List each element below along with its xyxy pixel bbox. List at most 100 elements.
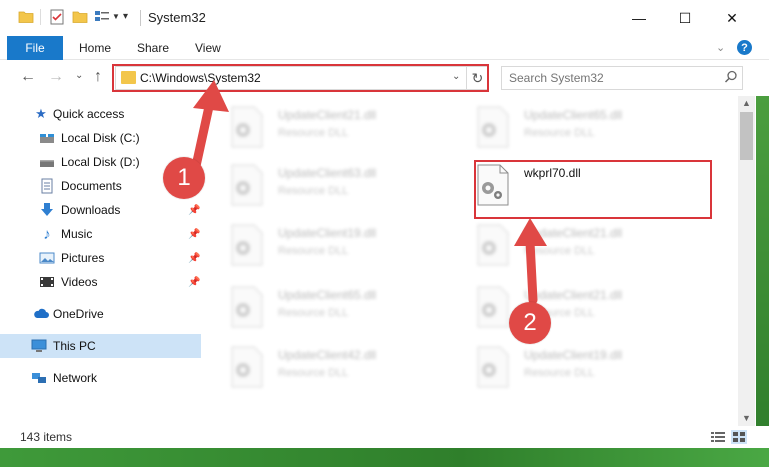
step-badge-2: 2: [509, 302, 551, 344]
window-title: System32: [148, 10, 206, 25]
navigation-pane: ★ Quick access Local Disk (C:) Local Dis…: [0, 96, 205, 426]
tab-view[interactable]: View: [195, 36, 221, 60]
computer-icon: [31, 339, 47, 352]
file-type: Resource DLL: [278, 307, 349, 319]
file-type: Resource DLL: [278, 127, 349, 139]
toolbar-divider: [40, 9, 41, 25]
help-button[interactable]: ?: [737, 40, 752, 55]
cloud-icon: [34, 308, 49, 318]
sidebar-item-label: Local Disk (D:): [61, 155, 140, 169]
sidebar-item-music[interactable]: ♪ Music 📌: [0, 222, 201, 246]
file-name: UpdateClient19.dll: [524, 348, 623, 362]
file-type: Resource DLL: [278, 245, 349, 257]
item-count: 143 items: [20, 430, 73, 444]
tab-file[interactable]: File: [7, 36, 63, 60]
tab-share[interactable]: Share: [137, 36, 169, 60]
minimize-button[interactable]: —: [616, 0, 662, 36]
up-arrow-icon[interactable]: ↑: [94, 68, 102, 86]
maximize-button[interactable]: ☐: [662, 0, 708, 36]
status-bar: 143 items: [0, 426, 769, 448]
dll-file-icon: [477, 286, 509, 328]
documents-icon: [41, 178, 53, 194]
file-name: UpdateClient21.dll: [524, 288, 623, 302]
new-folder-icon[interactable]: [71, 8, 89, 26]
file-name: UpdateClient42.dll: [278, 348, 377, 362]
file-type: Resource DLL: [524, 127, 595, 139]
dll-file-icon: [477, 224, 509, 266]
dropdown-chevron-icon[interactable]: ▼: [112, 12, 120, 21]
file-name: UpdateClient19.dll: [278, 226, 377, 240]
dll-file-icon: [231, 224, 263, 266]
sidebar-item-label: Local Disk (C:): [61, 131, 140, 145]
properties-icon[interactable]: [48, 8, 66, 26]
sidebar-item-videos[interactable]: Videos 📌: [0, 270, 201, 294]
sidebar-item-label: This PC: [53, 339, 96, 353]
list-item[interactable]: UpdateClient21.dll Resource DLL: [476, 224, 706, 284]
customize-toolbar-icon[interactable]: ▾: [123, 11, 128, 22]
file-list: UpdateClient21.dll Resource DLL UpdateCl…: [208, 96, 738, 426]
tab-home[interactable]: Home: [79, 36, 111, 60]
dll-file-icon: [477, 346, 509, 388]
sidebar-item-pictures[interactable]: Pictures 📌: [0, 246, 201, 270]
pin-icon[interactable]: 📌: [188, 205, 200, 216]
sidebar-item-label: Videos: [61, 275, 98, 289]
file-type: Resource DLL: [278, 185, 349, 197]
details-view-icon[interactable]: [710, 430, 726, 444]
drive-icon: [40, 160, 54, 167]
recent-locations-chevron-icon[interactable]: ⌄: [75, 70, 83, 81]
sidebar-item-quick-access[interactable]: ★ Quick access: [0, 102, 201, 126]
file-type: Resource DLL: [278, 367, 349, 379]
address-highlight-box: [112, 64, 489, 92]
list-item[interactable]: UpdateClient63.dll Resource DLL: [230, 164, 460, 224]
sidebar-item-downloads[interactable]: Downloads 📌: [0, 198, 201, 222]
file-name: UpdateClient21.dll: [278, 108, 377, 122]
scroll-up-arrow-icon[interactable]: ▲: [742, 98, 751, 108]
search-icon[interactable]: [724, 70, 738, 84]
scroll-down-arrow-icon[interactable]: ▼: [742, 413, 751, 423]
sidebar-item-this-pc[interactable]: This PC: [0, 334, 201, 358]
drive-icon: [40, 134, 54, 143]
music-icon: ♪: [43, 225, 51, 243]
dll-file-icon: [477, 106, 509, 148]
network-icon: [32, 373, 46, 383]
file-name: UpdateClient65.dll: [524, 108, 623, 122]
folder-icon[interactable]: [17, 8, 35, 26]
list-item[interactable]: UpdateClient19.dll Resource DLL: [230, 224, 460, 284]
close-button[interactable]: ✕: [709, 0, 755, 36]
file-name: UpdateClient21.dll: [524, 226, 623, 240]
sidebar-item-onedrive[interactable]: OneDrive: [0, 302, 201, 326]
desktop-background: [756, 96, 769, 448]
list-item[interactable]: UpdateClient19.dll Resource DLL: [476, 346, 706, 406]
sidebar-item-label: OneDrive: [53, 307, 104, 321]
download-icon: [41, 203, 53, 216]
file-name: UpdateClient63.dll: [278, 166, 377, 180]
search-box[interactable]: [501, 66, 743, 90]
sidebar-item-label: Pictures: [61, 251, 105, 265]
pin-icon[interactable]: 📌: [188, 229, 200, 240]
expand-ribbon-chevron-icon[interactable]: ⌄: [716, 41, 725, 54]
list-item[interactable]: UpdateClient21.dll Resource DLL: [230, 106, 460, 166]
tiles-view-icon[interactable]: [731, 430, 747, 444]
sidebar-item-label: Downloads: [61, 203, 121, 217]
vertical-scrollbar[interactable]: ▲ ▼: [738, 96, 755, 426]
sidebar-item-label: Quick access: [53, 107, 125, 121]
view-options-icon[interactable]: [93, 8, 111, 26]
file-highlight-box: [474, 160, 712, 219]
pin-icon[interactable]: 📌: [188, 277, 200, 288]
pin-icon[interactable]: 📌: [188, 253, 200, 264]
desktop-background: [0, 448, 769, 467]
list-item[interactable]: UpdateClient65.dll Resource DLL: [476, 106, 706, 166]
sidebar-item-network[interactable]: Network: [0, 366, 201, 390]
back-arrow-icon[interactable]: ←: [20, 68, 36, 86]
title-divider: [140, 10, 141, 26]
sidebar-item-local-disk-c[interactable]: Local Disk (C:): [0, 126, 201, 150]
search-input[interactable]: [502, 67, 722, 89]
pictures-icon: [39, 252, 55, 264]
title-bar: ▼ ▾ System32 — ☐ ✕: [0, 0, 769, 36]
forward-arrow-icon[interactable]: →: [48, 68, 64, 86]
file-name: UpdateClient65.dll: [278, 288, 377, 302]
list-item[interactable]: UpdateClient42.dll Resource DLL: [230, 346, 460, 406]
dll-file-icon: [231, 164, 263, 206]
list-item[interactable]: UpdateClient65.dll Resource DLL: [230, 286, 460, 346]
scroll-thumb[interactable]: [740, 112, 753, 160]
